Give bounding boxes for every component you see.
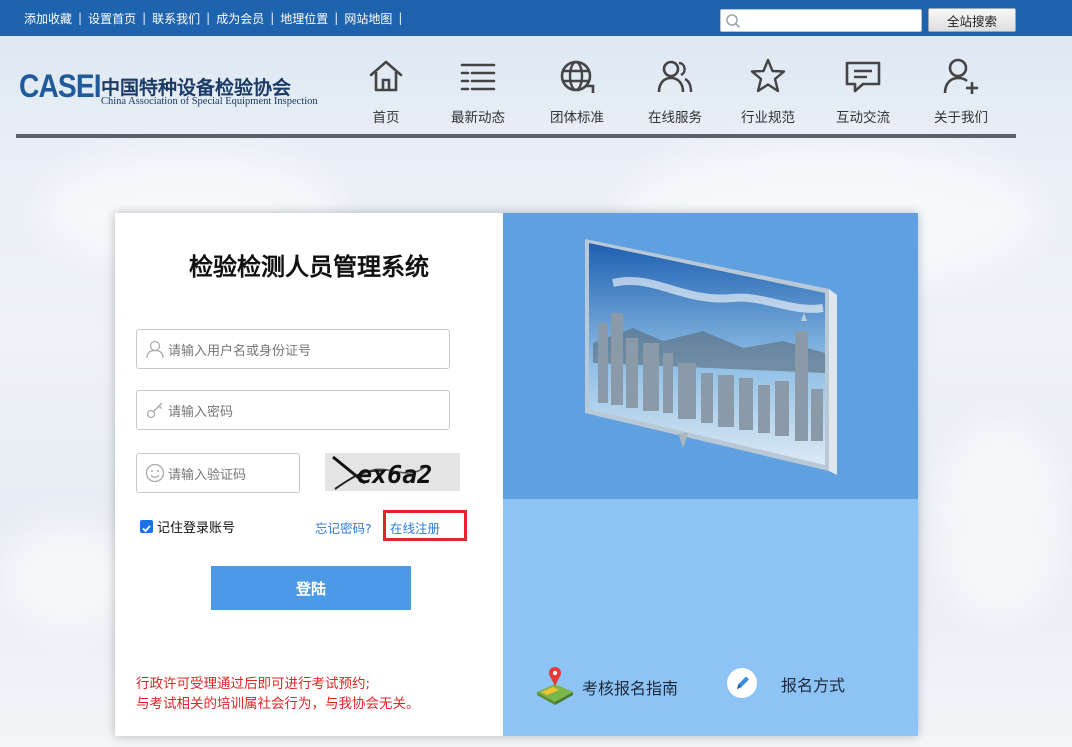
captcha-text: ex6a2 <box>357 460 432 489</box>
nav-item-standards[interactable]: 团体标准 <box>532 56 622 130</box>
link-separator: | <box>206 11 211 25</box>
set-homepage-link[interactable]: 设置首页 <box>82 10 142 27</box>
nav-label-about: 关于我们 <box>934 110 988 126</box>
nav-divider <box>16 134 1016 138</box>
site-search-button[interactable]: 全站搜索 <box>928 8 1016 32</box>
register-link[interactable]: 在线注册 <box>390 518 440 537</box>
nav-label-news: 最新动态 <box>451 110 505 126</box>
logo-abbr[interactable]: CASEI <box>19 68 102 105</box>
login-form: 检验检测人员管理系统 请输入用户名或身份证号 请输入密码 请输入验证码 ex6a… <box>115 213 503 736</box>
background-cloud <box>930 420 1070 620</box>
link-separator: | <box>142 11 147 25</box>
link-separator: | <box>270 11 275 25</box>
nav-item-home[interactable]: 首页 <box>341 56 431 130</box>
exam-guide-link[interactable]: 考核报名指南 <box>582 675 678 699</box>
globe-icon <box>560 60 595 93</box>
login-panel: 检验检测人员管理系统 请输入用户名或身份证号 请输入密码 请输入验证码 ex6a… <box>115 213 918 736</box>
nav-label-standards: 团体标准 <box>550 110 604 126</box>
login-title: 检验检测人员管理系统 <box>189 252 429 281</box>
search-icon <box>726 14 741 29</box>
nav-item-news[interactable]: 最新动态 <box>433 56 523 130</box>
forgot-password-link[interactable]: 忘记密码? <box>315 518 372 537</box>
home-icon <box>369 60 403 92</box>
nav-label-home: 首页 <box>372 110 400 126</box>
key-icon <box>146 402 163 419</box>
edit-icon[interactable] <box>727 668 757 698</box>
contact-link[interactable]: 联系我们 <box>146 10 206 27</box>
link-separator: | <box>78 11 83 25</box>
map-pin-icon[interactable] <box>533 662 577 706</box>
notice-text: 行政许可受理通过后即可进行考试预约; 与考试相关的培训属社会行为，与我协会无关。 <box>136 674 420 714</box>
top-bar: 添加收藏 | 设置首页 | 联系我们 | 成为会员 | 地理位置 | 网站地图 … <box>0 0 1072 36</box>
sitemap-link[interactable]: 网站地图 <box>338 10 398 27</box>
username-field[interactable]: 请输入用户名或身份证号 <box>136 329 450 369</box>
user-icon <box>146 340 164 359</box>
nav-label-norms: 行业规范 <box>741 110 795 126</box>
link-separator: | <box>398 11 403 25</box>
list-icon <box>460 63 496 91</box>
remember-label: 记住登录账号 <box>157 521 236 536</box>
signup-method-link[interactable]: 报名方式 <box>781 672 845 696</box>
location-link[interactable]: 地理位置 <box>274 10 334 27</box>
nav-label-interaction: 互动交流 <box>836 110 890 126</box>
login-button[interactable]: 登陆 <box>211 566 411 610</box>
user-plus-icon <box>943 58 978 94</box>
pen-icon <box>737 676 749 689</box>
logo-name-en: China Association of Special Equipment I… <box>101 96 318 107</box>
users-icon <box>657 60 693 93</box>
star-icon <box>750 58 786 93</box>
username-placeholder: 请输入用户名或身份证号 <box>168 344 312 359</box>
nav-item-interaction[interactable]: 互动交流 <box>818 56 908 130</box>
notice-line: 行政许可受理通过后即可进行考试预约; <box>136 676 371 692</box>
main-nav: 首页 最新动态 团体标准 在线服务 行业规范 互动交流 关于我们 <box>340 56 1020 130</box>
site-search-input[interactable] <box>720 9 922 32</box>
city-skyline-image <box>585 239 837 475</box>
nav-item-about[interactable]: 关于我们 <box>916 56 1006 130</box>
check-icon <box>142 525 151 533</box>
nav-item-norms[interactable]: 行业规范 <box>723 56 813 130</box>
smile-icon <box>145 463 165 483</box>
side-banner <box>503 213 918 499</box>
captcha-image[interactable]: ex6a2 <box>325 453 460 491</box>
remember-account[interactable]: 记住登录账号 <box>140 517 235 536</box>
add-favorite-link[interactable]: 添加收藏 <box>18 10 78 27</box>
top-links: 添加收藏 | 设置首页 | 联系我们 | 成为会员 | 地理位置 | 网站地图 … <box>18 0 402 36</box>
chat-icon <box>845 61 881 93</box>
captcha-field[interactable]: 请输入验证码 <box>136 453 300 493</box>
captcha-graphic: ex6a2 <box>325 453 460 491</box>
notice-line: 与考试相关的培训属社会行为，与我协会无关。 <box>136 696 420 712</box>
become-member-link[interactable]: 成为会员 <box>210 10 270 27</box>
password-placeholder: 请输入密码 <box>168 405 234 420</box>
nav-item-services[interactable]: 在线服务 <box>630 56 720 130</box>
nav-label-services: 在线服务 <box>648 110 702 126</box>
remember-checkbox[interactable] <box>140 520 153 533</box>
captcha-placeholder: 请输入验证码 <box>168 468 247 483</box>
link-separator: | <box>334 11 339 25</box>
password-field[interactable]: 请输入密码 <box>136 390 450 430</box>
